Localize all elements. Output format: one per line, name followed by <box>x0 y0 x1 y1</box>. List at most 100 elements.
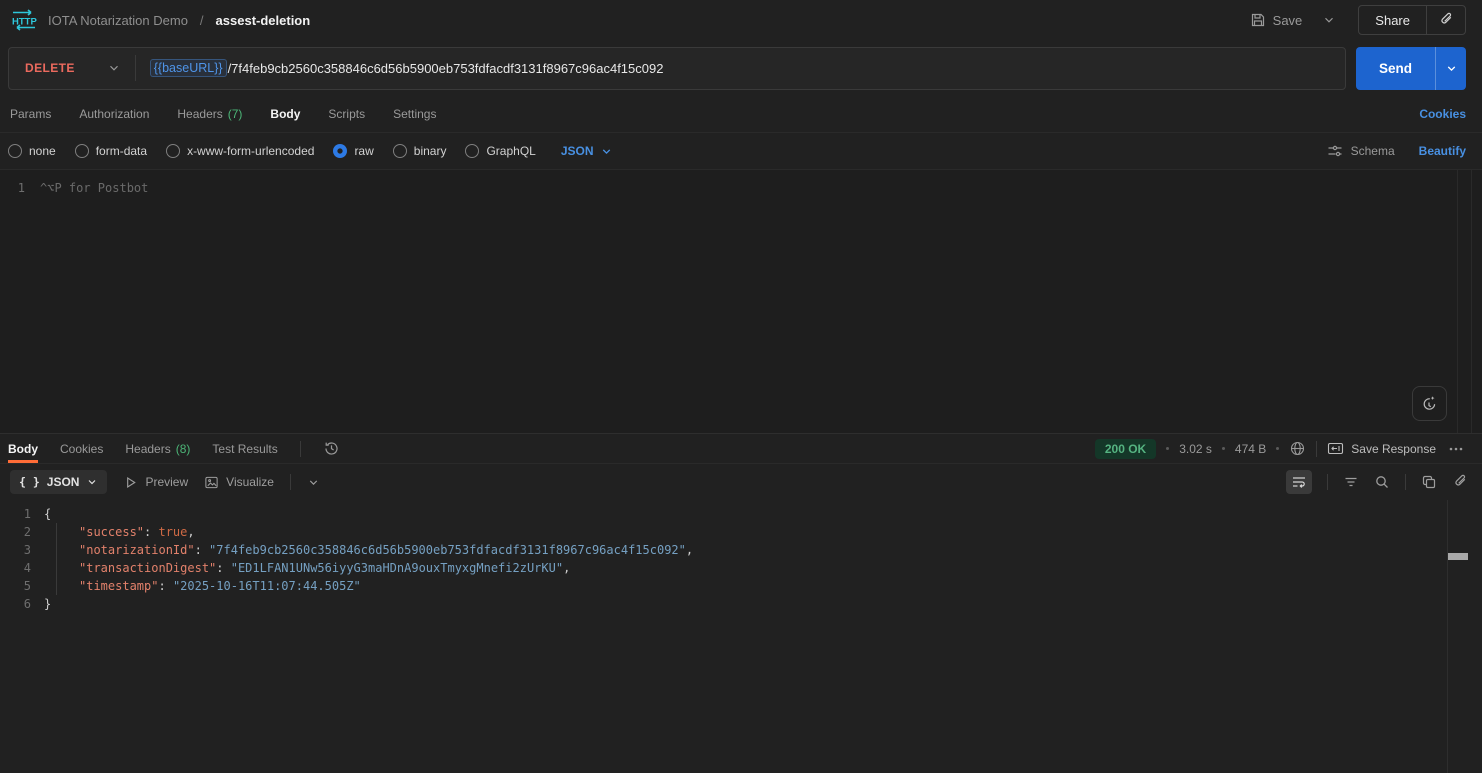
status-badge: 200 OK <box>1095 439 1156 459</box>
save-label: Save <box>1273 13 1303 28</box>
postbot-shortcut-hint: ^⌥P for Postbot <box>40 181 148 195</box>
braces-icon: { } <box>19 475 40 489</box>
chevron-down-icon <box>86 476 98 488</box>
method-selector[interactable]: DELETE <box>9 61 135 75</box>
divider <box>135 55 136 81</box>
breadcrumb-separator: / <box>198 13 206 28</box>
postbot-button[interactable] <box>1412 386 1447 421</box>
topbar-actions: Save Share <box>1242 5 1466 35</box>
cookies-link[interactable]: Cookies <box>1419 107 1466 121</box>
response-tab-cookies[interactable]: Cookies <box>60 434 103 463</box>
url-input[interactable]: {{baseURL}} /7f4feb9cb2560c358846c6d56b5… <box>150 59 664 77</box>
copy-link-icon[interactable] <box>1452 474 1468 490</box>
link-icon <box>1438 12 1454 28</box>
tab-params[interactable]: Params <box>10 107 51 121</box>
radio-icon <box>8 144 22 158</box>
dot-separator <box>1276 447 1279 450</box>
response-time: 3.02 s <box>1179 442 1212 456</box>
visualize-button[interactable]: Visualize <box>204 475 274 490</box>
response-scrollbar-track <box>1447 500 1448 773</box>
radio-form-data[interactable]: form-data <box>75 144 147 158</box>
send-options-button[interactable] <box>1435 47 1466 90</box>
radio-icon <box>465 144 479 158</box>
response-panel: Body Cookies Headers(8) Test Results 200… <box>0 433 1482 773</box>
response-headers-count: (8) <box>176 442 191 456</box>
body-mode-row: none form-data x-www-form-urlencoded raw… <box>0 133 1482 169</box>
request-url-row: DELETE {{baseURL}} /7f4feb9cb2560c358846… <box>0 40 1482 96</box>
response-tab-headers[interactable]: Headers(8) <box>125 434 190 463</box>
response-body-viewer[interactable]: 1{2"success": true,3"notarizationId": "7… <box>0 500 1482 773</box>
response-meta: 200 OK 3.02 s 474 B <box>1095 439 1466 459</box>
dot-separator <box>1166 447 1169 450</box>
tab-body[interactable]: Body <box>270 107 300 121</box>
response-tab-body[interactable]: Body <box>8 434 38 463</box>
code-line: 6} <box>0 595 1482 613</box>
modes-right-actions: Schema Beautify <box>1327 143 1466 159</box>
radio-none[interactable]: none <box>8 144 56 158</box>
search-icon[interactable] <box>1374 474 1390 490</box>
divider <box>290 474 291 490</box>
copy-link-button[interactable] <box>1426 6 1465 34</box>
more-options-icon[interactable] <box>1446 441 1466 457</box>
network-info-icon[interactable] <box>1289 440 1306 457</box>
http-request-icon: HTTP <box>10 9 38 31</box>
app-window: HTTP IOTA Notarization Demo / assest-del… <box>0 0 1482 773</box>
editor-minimap-border <box>1471 170 1472 433</box>
response-code-lines: 1{2"success": true,3"notarizationId": "7… <box>0 505 1482 613</box>
response-scrollbar-thumb[interactable] <box>1448 553 1468 560</box>
code-line: 3"notarizationId": "7f4feb9cb2560c358846… <box>0 541 1482 559</box>
save-response-icon <box>1327 441 1344 456</box>
save-icon <box>1250 12 1266 28</box>
radio-icon <box>75 144 89 158</box>
response-format-dropdown[interactable]: { } JSON <box>10 470 107 494</box>
format-options-chevron[interactable] <box>307 476 320 489</box>
radio-x-www-form-urlencoded[interactable]: x-www-form-urlencoded <box>166 144 314 158</box>
wrap-text-button[interactable] <box>1286 470 1312 494</box>
send-button-group: Send <box>1356 47 1466 90</box>
radio-graphql[interactable]: GraphQL <box>465 144 535 158</box>
response-tab-test-results[interactable]: Test Results <box>212 434 277 463</box>
share-button-group: Share <box>1358 5 1466 35</box>
copy-icon[interactable] <box>1421 474 1437 490</box>
schema-button[interactable]: Schema <box>1327 143 1395 159</box>
play-icon <box>123 475 138 490</box>
preview-button[interactable]: Preview <box>123 475 188 490</box>
radio-binary[interactable]: binary <box>393 144 447 158</box>
headers-count: (7) <box>228 107 243 121</box>
url-path[interactable]: /7f4feb9cb2560c358846c6d56b5900eb753fdfa… <box>228 61 664 76</box>
divider <box>1327 474 1328 490</box>
svg-text:HTTP: HTTP <box>12 17 37 28</box>
breadcrumb-request-name: assest-deletion <box>216 13 311 28</box>
base-url-variable[interactable]: {{baseURL}} <box>150 59 227 77</box>
tab-scripts[interactable]: Scripts <box>328 107 365 121</box>
save-response-button[interactable]: Save Response <box>1327 441 1436 456</box>
send-label: Send <box>1379 61 1412 76</box>
filter-icon[interactable] <box>1343 474 1359 490</box>
chevron-down-icon <box>600 145 613 158</box>
tab-headers[interactable]: Headers(7) <box>177 107 242 121</box>
editor-scrollbar-track <box>1457 170 1458 433</box>
tab-authorization[interactable]: Authorization <box>79 107 149 121</box>
response-tabs: Body Cookies Headers(8) Test Results 200… <box>0 434 1482 464</box>
breadcrumb-collection[interactable]: IOTA Notarization Demo <box>48 13 188 28</box>
save-button[interactable]: Save <box>1242 6 1311 34</box>
divider <box>1316 441 1317 457</box>
raw-language-dropdown[interactable]: JSON <box>561 144 613 158</box>
request-body-editor[interactable]: 1 ^⌥P for Postbot <box>0 169 1482 433</box>
request-tabs: Params Authorization Headers(7) Body Scr… <box>0 96 1482 133</box>
code-line: 2"success": true, <box>0 523 1482 541</box>
beautify-button[interactable]: Beautify <box>1419 144 1466 158</box>
tab-settings[interactable]: Settings <box>393 107 436 121</box>
share-button[interactable]: Share <box>1359 6 1426 34</box>
save-options-button[interactable] <box>1318 7 1340 33</box>
dot-separator <box>1222 447 1225 450</box>
radio-selected-icon <box>333 144 347 158</box>
radio-raw[interactable]: raw <box>333 144 373 158</box>
send-button[interactable]: Send <box>1356 47 1435 90</box>
response-history-icon[interactable] <box>323 440 340 457</box>
response-toolbar: { } JSON Preview Visualize <box>0 464 1482 500</box>
image-icon <box>204 475 219 490</box>
share-label: Share <box>1375 13 1410 28</box>
url-input-container: DELETE {{baseURL}} /7f4feb9cb2560c358846… <box>8 47 1346 90</box>
radio-icon <box>393 144 407 158</box>
